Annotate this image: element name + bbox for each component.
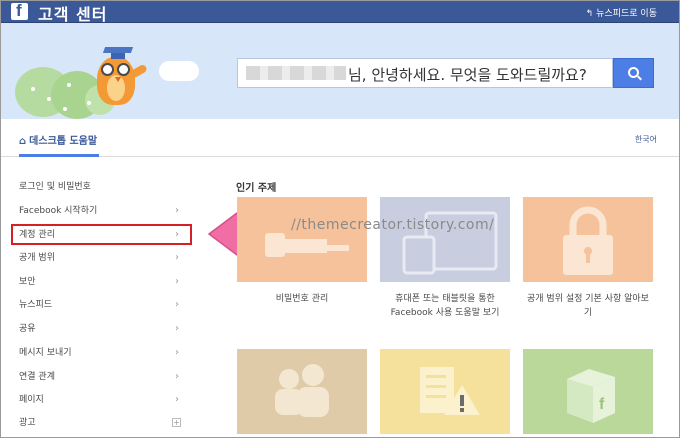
chevron-right-icon: ›: [175, 252, 179, 263]
chevron-right-icon: ›: [175, 276, 179, 287]
top-bar: f 고객 센터 ↰ 뉴스피드로 이동: [1, 1, 679, 24]
active-tab-underline: [19, 154, 99, 157]
sidebar-item-label: 페이지: [19, 395, 44, 405]
sidebar-item-label: 로그인 및 비밀번호: [19, 182, 91, 192]
facebook-box-icon: f: [567, 369, 615, 423]
card-mobile-help[interactable]: [380, 197, 510, 282]
sidebar-item-label: 보안: [19, 277, 36, 287]
sidebar-item-label: 연결 관계: [19, 372, 55, 382]
tab-desktop-help[interactable]: ⌂ 데스크톱 도움말: [19, 132, 97, 147]
sidebar-item-login-password[interactable]: 로그인 및 비밀번호: [19, 177, 181, 197]
watermark: //themecreator.tistory.com/: [291, 217, 495, 233]
sidebar-item-ads[interactable]: 광고 +: [19, 413, 181, 433]
card-privacy-basics[interactable]: [523, 197, 653, 282]
back-link-label: 뉴스피드로 이동: [596, 9, 657, 19]
back-to-newsfeed-link[interactable]: ↰ 뉴스피드로 이동: [586, 6, 657, 19]
sidebar-item-connections[interactable]: 연결 관계 ›: [19, 367, 181, 387]
card-label-password[interactable]: 비밀번호 관리: [227, 292, 377, 306]
sidebar-item-pages[interactable]: 페이지 ›: [19, 390, 181, 410]
card-checklist[interactable]: [380, 349, 510, 434]
flower-decoration: [67, 83, 71, 87]
back-arrow-icon: ↰: [585, 9, 594, 19]
card-label-privacy-basics[interactable]: 공개 범위 설정 기본 사항 알아보 기: [513, 292, 663, 320]
card-label-line: 비밀번호 관리: [275, 294, 329, 304]
highlight-box: [11, 224, 192, 245]
owl-eye: [101, 63, 114, 76]
flower-decoration: [31, 87, 35, 91]
sidebar-item-messaging[interactable]: 메시지 보내기 ›: [19, 343, 181, 363]
sidebar-item-privacy[interactable]: 공개 범위 ›: [19, 248, 181, 268]
chevron-right-icon: ›: [175, 323, 179, 334]
sidebar-item-sharing[interactable]: 공유 ›: [19, 319, 181, 339]
card-facebook-box[interactable]: f: [523, 349, 653, 434]
chevron-right-icon: ›: [175, 299, 179, 310]
flower-decoration: [63, 107, 67, 111]
sidebar-item-label: 뉴스피드: [19, 300, 53, 310]
home-icon: ⌂: [19, 136, 27, 147]
card-label-line: 휴대폰 또는 태블릿을 통한: [395, 294, 495, 304]
sidebar-item-getting-started[interactable]: Facebook 시작하기 ›: [19, 201, 181, 221]
sidebar-item-label: Facebook 시작하기: [19, 206, 98, 216]
page-title: 고객 센터: [38, 5, 108, 24]
search-input[interactable]: 님, 안녕하세요. 무엇을 도와드릴까요?: [237, 58, 613, 88]
owl-eye: [117, 63, 130, 76]
card-people[interactable]: [237, 349, 367, 434]
chevron-right-icon: ›: [175, 347, 179, 358]
sidebar-item-newsfeed[interactable]: 뉴스피드 ›: [19, 295, 181, 315]
card-label-mobile-help[interactable]: 휴대폰 또는 태블릿을 통한 Facebook 사용 도움말 보기: [370, 292, 520, 320]
popular-topics-title: 인기 주제: [236, 183, 277, 194]
owl-beak: [115, 77, 121, 82]
chevron-right-icon: ›: [175, 394, 179, 405]
chevron-right-icon: ›: [175, 371, 179, 382]
help-center-page: f 고객 센터 ↰ 뉴스피드로 이동 님, 안녕하세요. 무엇을 도와드릴까요? …: [0, 0, 680, 438]
devices-icon: [402, 211, 498, 275]
lock-icon: [563, 206, 613, 275]
search-icon-handle: [637, 75, 642, 81]
search-prompt: 님, 안녕하세요. 무엇을 도와드릴까요?: [348, 66, 587, 84]
flower-decoration: [47, 97, 51, 101]
sidebar-item-label: 공개 범위: [19, 253, 55, 263]
card-label-line: 공개 범위 설정 기본 사항 알아보: [527, 294, 649, 304]
expand-icon: +: [172, 418, 181, 427]
card-password[interactable]: [237, 197, 367, 282]
sidebar-item-security[interactable]: 보안 ›: [19, 272, 181, 292]
chevron-right-icon: ›: [175, 205, 179, 216]
svg-text:f: f: [599, 396, 605, 413]
key-icon: [265, 233, 349, 257]
speech-bubble: [159, 61, 199, 81]
people-icon: [275, 364, 329, 417]
facebook-logo-icon[interactable]: f: [11, 1, 28, 20]
blurred-username: [246, 66, 346, 80]
flower-decoration: [87, 101, 91, 105]
sidebar-item-label: 공유: [19, 324, 36, 334]
card-label-line: Facebook 사용 도움말 보기: [390, 308, 500, 318]
sidebar-item-label: 광고: [19, 418, 36, 428]
nav-row: ⌂ 데스크톱 도움말 한국어: [1, 119, 679, 157]
tab-label: 데스크톱 도움말: [29, 136, 98, 147]
sidebar-item-label: 메시지 보내기: [19, 348, 72, 358]
card-label-line: 기: [583, 308, 593, 318]
checklist-warning-icon: [420, 367, 480, 415]
graduation-cap-brim: [102, 47, 134, 53]
search-button[interactable]: [613, 58, 654, 88]
language-selector[interactable]: 한국어: [635, 134, 657, 145]
